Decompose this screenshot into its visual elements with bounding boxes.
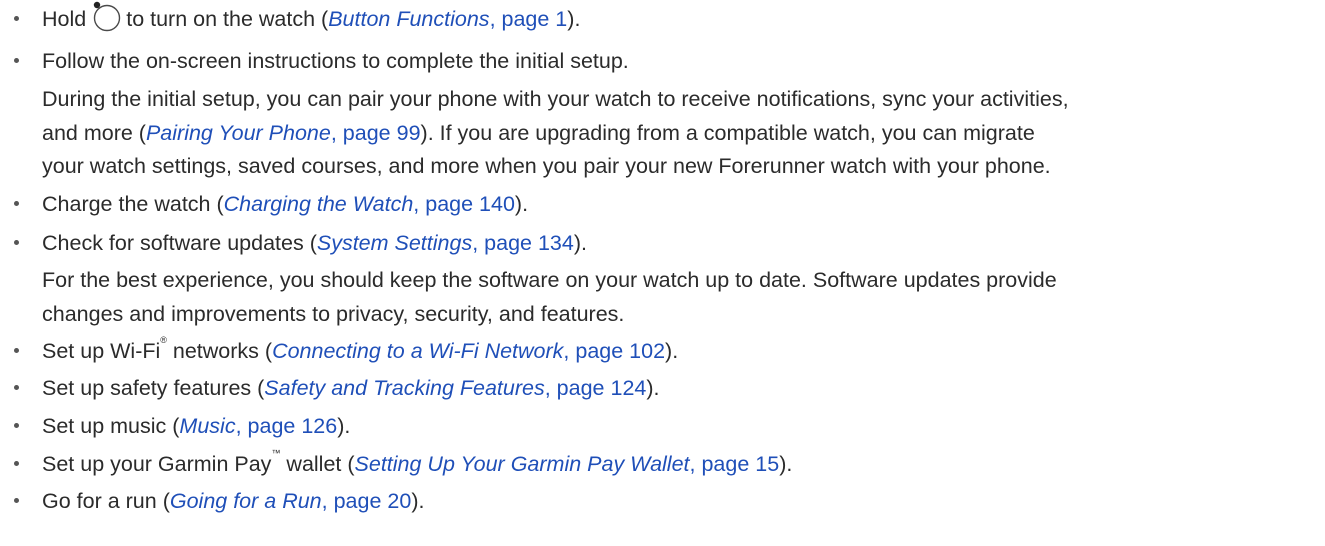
software-paragraph-line-1: For the best experience, you should keep… [42,268,1057,292]
setup-paragraph-line-2: and more (Pairing Your Phone, page 99). … [42,121,1035,145]
bullet [14,498,19,503]
bullet [14,16,19,21]
trademark-mark: ™ [271,448,281,458]
item-text: ). [567,7,581,31]
link-going-for-a-run[interactable]: Going for a Run, page 20 [170,489,411,513]
bullet [14,58,19,63]
item-text: ). [646,376,660,400]
bullet [14,348,19,353]
setup-paragraph-line-3: your watch settings, saved courses, and … [42,154,1051,178]
item-text: ). [411,489,425,513]
setup-paragraph-line-1: During the initial setup, you can pair y… [42,87,1069,111]
item-text: Set up safety features ( [42,376,265,400]
item-text: Check for software updates ( [42,231,317,255]
link-charging-the-watch[interactable]: Charging the Watch, page 140 [224,192,515,216]
bullet [14,423,19,428]
item-text: wallet ( [280,452,355,476]
bullet [14,201,19,206]
link-pairing-your-phone[interactable]: Pairing Your Phone, page 99 [146,121,421,145]
item-text: ). [779,452,793,476]
item-text: Charge the watch ( [42,192,224,216]
item-text: ). [665,339,679,363]
bullet [14,385,19,390]
link-button-functions[interactable]: Button Functions, page 1 [328,7,567,31]
item-text: ). [337,414,351,438]
item-text: Follow the on-screen instructions to com… [42,49,629,73]
item-text: ). [514,192,529,216]
bullet [14,240,19,245]
item-text: networks ( [166,339,273,363]
link-garmin-pay-wallet[interactable]: Setting Up Your Garmin Pay Wallet, page … [355,452,780,476]
item-text: Hold [42,7,87,31]
bullet [14,461,19,466]
link-music[interactable]: Music, page 126 [179,414,337,438]
registered-mark: ® [160,335,167,345]
software-paragraph-line-2: changes and improvements to privacy, sec… [42,302,625,326]
item-text: Set up Wi-Fi [42,339,161,363]
link-connecting-wifi[interactable]: Connecting to a Wi-Fi Network, page 102 [272,339,665,363]
item-text: Set up music ( [42,414,180,438]
link-safety-tracking[interactable]: Safety and Tracking Features, page 124 [264,376,646,400]
item-text: ). [573,231,587,255]
item-text: to turn on the watch ( [126,7,329,31]
link-system-settings[interactable]: System Settings, page 134 [317,231,574,255]
watch-button-icon [90,0,124,32]
item-text: Set up your Garmin Pay [42,452,272,476]
document-page: Hold to turn on the watch (Button Functio… [0,0,1325,546]
item-text: Go for a run ( [42,489,170,513]
